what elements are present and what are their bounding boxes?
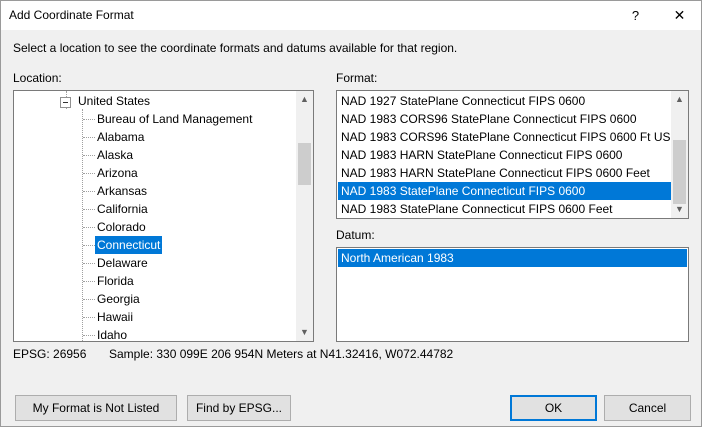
cancel-button[interactable]: Cancel: [604, 395, 691, 421]
format-item[interactable]: NAD 1983 HARN StatePlane Connecticut FIP…: [338, 164, 671, 182]
datum-list[interactable]: North American 1983: [336, 247, 689, 342]
tree-line: [83, 119, 95, 120]
instruction-text: Select a location to see the coordinate …: [13, 41, 458, 55]
tree-line: [83, 245, 95, 246]
tree-node-alabama[interactable]: Alabama: [95, 128, 146, 146]
format-item[interactable]: NAD 1983 StatePlane Connecticut FIPS 060…: [338, 200, 671, 218]
scroll-up-icon[interactable]: ▲: [296, 91, 313, 108]
tree-line: [83, 137, 95, 138]
close-icon: ✕: [673, 7, 686, 23]
tree-node-colorado[interactable]: Colorado: [95, 218, 148, 236]
tree-node-california[interactable]: California: [95, 200, 150, 218]
tree-line: [83, 209, 95, 210]
tree-line: [83, 191, 95, 192]
tree-line: [82, 109, 83, 341]
tree-line: [83, 263, 95, 264]
datum-item[interactable]: North American 1983: [338, 249, 687, 267]
tree-node-georgia[interactable]: Georgia: [95, 290, 142, 308]
format-not-listed-button[interactable]: My Format is Not Listed: [15, 395, 177, 421]
tree-line: [83, 317, 95, 318]
scroll-thumb[interactable]: [298, 143, 311, 185]
ok-button[interactable]: OK: [510, 395, 597, 421]
tree-line: [83, 335, 95, 336]
tree-node-arkansas[interactable]: Arkansas: [95, 182, 149, 200]
sample-coordinate: Sample: 330 099E 206 954N Meters at N41.…: [109, 347, 454, 361]
title-bar: Add Coordinate Format ? ✕: [1, 1, 701, 30]
scroll-down-icon[interactable]: ▼: [296, 324, 313, 341]
tree-line: [83, 227, 95, 228]
dialog-title: Add Coordinate Format: [9, 8, 134, 22]
scroll-down-icon[interactable]: ▼: [671, 201, 688, 218]
tree-node-florida[interactable]: Florida: [95, 272, 136, 290]
format-item[interactable]: NAD 1927 StatePlane Connecticut FIPS 060…: [338, 92, 671, 110]
format-list[interactable]: NAD 1927 StatePlane Connecticut FIPS 060…: [336, 90, 689, 219]
scroll-up-icon[interactable]: ▲: [671, 91, 688, 108]
add-coordinate-format-dialog: Add Coordinate Format ? ✕ Select a locat…: [0, 0, 702, 427]
location-scrollbar[interactable]: ▲ ▼: [296, 91, 313, 341]
format-item[interactable]: NAD 1983 HARN StatePlane Connecticut FIP…: [338, 146, 671, 164]
location-tree[interactable]: United States Bureau of Land Management A…: [13, 90, 314, 342]
tree-line: [83, 281, 95, 282]
datum-label: Datum:: [336, 228, 375, 242]
tree-line: [83, 155, 95, 156]
tree-line: [83, 173, 95, 174]
epsg-code: EPSG: 26956: [13, 347, 87, 361]
tree-line: [83, 299, 95, 300]
tree-node-arizona[interactable]: Arizona: [95, 164, 140, 182]
tree-node-united-states[interactable]: United States: [76, 92, 152, 110]
format-item[interactable]: NAD 1983 StatePlane Connecticut FIPS 060…: [338, 182, 671, 200]
format-item[interactable]: NAD 1983 CORS96 StatePlane Connecticut F…: [338, 110, 671, 128]
find-by-epsg-button[interactable]: Find by EPSG...: [187, 395, 291, 421]
collapse-icon[interactable]: [60, 97, 71, 108]
tree-node-idaho[interactable]: Idaho: [95, 326, 129, 341]
format-item[interactable]: NAD 1983 CORS96 StatePlane Connecticut F…: [338, 128, 671, 146]
location-label: Location:: [13, 71, 62, 85]
tree-node-hawaii[interactable]: Hawaii: [95, 308, 135, 326]
tree-node-connecticut[interactable]: Connecticut: [95, 236, 163, 254]
close-button[interactable]: ✕: [658, 1, 701, 30]
help-button[interactable]: ?: [613, 1, 658, 30]
tree-node-bureau-of-land-management[interactable]: Bureau of Land Management: [95, 110, 254, 128]
format-label: Format:: [336, 71, 378, 85]
tree-node-delaware[interactable]: Delaware: [95, 254, 150, 272]
tree-node-alaska[interactable]: Alaska: [95, 146, 135, 164]
scroll-thumb[interactable]: [673, 140, 686, 204]
format-scrollbar[interactable]: ▲ ▼: [671, 91, 688, 218]
format-item[interactable]: Universal Transverse Mercator (Meters): [338, 218, 671, 219]
